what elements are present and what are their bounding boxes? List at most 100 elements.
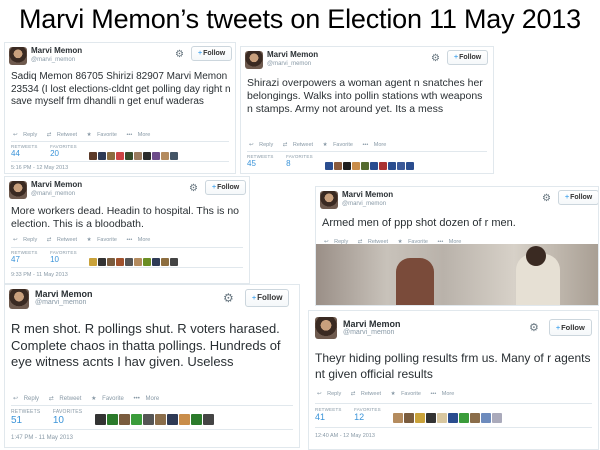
retweet-button[interactable]: ⇄ Retweet bbox=[351, 391, 385, 397]
reply-button[interactable]: ↩ Reply bbox=[249, 142, 277, 148]
faver-avatar[interactable] bbox=[143, 258, 152, 266]
user-handle[interactable]: @marvi_memon bbox=[342, 200, 393, 208]
retweet-count[interactable]: RETWEETS 44 bbox=[11, 144, 38, 159]
user-handle[interactable]: @marvi_memon bbox=[31, 190, 82, 198]
gear-icon[interactable]: ⚙ bbox=[189, 183, 198, 194]
avatar[interactable] bbox=[315, 317, 337, 339]
faver-avatar[interactable] bbox=[98, 258, 107, 266]
faver-avatar[interactable] bbox=[448, 413, 459, 423]
follow-button[interactable]: +Follow bbox=[191, 46, 233, 61]
favorite-button[interactable]: ★ Favorite bbox=[323, 142, 357, 148]
user-handle[interactable]: @marvi_memon bbox=[31, 56, 82, 64]
retweet-count[interactable]: RETWEETS 45 bbox=[247, 154, 274, 169]
follow-button[interactable]: +Follow bbox=[205, 180, 247, 195]
faver-avatar[interactable] bbox=[393, 413, 404, 423]
follow-button[interactable]: +Follow bbox=[447, 50, 489, 65]
more-button[interactable]: ••• More bbox=[362, 142, 390, 148]
tweet-timestamp[interactable]: 9:33 PM - 11 May 2013 bbox=[11, 272, 68, 278]
favorite-button[interactable]: ★ Favorite bbox=[87, 132, 121, 138]
tweet-photo[interactable] bbox=[316, 244, 598, 305]
faver-avatar[interactable] bbox=[404, 413, 415, 423]
faver-avatar[interactable] bbox=[166, 414, 178, 425]
favorite-button[interactable]: ★ Favorite bbox=[391, 391, 425, 397]
more-button[interactable]: ••• More bbox=[126, 132, 154, 138]
faver-avatar[interactable] bbox=[94, 414, 106, 425]
user-name[interactable]: Marvi Memon bbox=[342, 190, 393, 200]
favorite-count[interactable]: FAVORITES 12 bbox=[354, 407, 381, 422]
faver-avatar[interactable] bbox=[334, 162, 343, 170]
more-button[interactable]: ••• More bbox=[126, 237, 154, 243]
user-handle[interactable]: @marvi_memon bbox=[267, 60, 318, 68]
avatar[interactable] bbox=[9, 47, 27, 65]
faver-avatar[interactable] bbox=[415, 413, 426, 423]
retweet-button[interactable]: ⇄ Retweet bbox=[49, 396, 86, 402]
user-name[interactable]: Marvi Memon bbox=[31, 180, 82, 190]
faver-avatar[interactable] bbox=[459, 413, 470, 423]
tweet-timestamp[interactable]: 5:16 PM - 12 May 2013 bbox=[11, 165, 68, 171]
faver-avatar[interactable] bbox=[406, 162, 415, 170]
favorite-count[interactable]: FAVORITES 10 bbox=[50, 250, 77, 265]
avatar[interactable] bbox=[9, 289, 29, 309]
retweet-count[interactable]: RETWEETS 41 bbox=[315, 407, 342, 422]
retweet-count[interactable]: RETWEETS 47 bbox=[11, 250, 38, 265]
faver-avatar[interactable] bbox=[125, 152, 134, 160]
user-handle[interactable]: @marvi_memon bbox=[35, 299, 93, 307]
faver-avatar[interactable] bbox=[470, 413, 481, 423]
reply-button[interactable]: ↩ Reply bbox=[13, 237, 41, 243]
faver-avatar[interactable] bbox=[170, 152, 179, 160]
more-button[interactable]: ••• More bbox=[134, 396, 164, 402]
faver-avatar[interactable] bbox=[370, 162, 379, 170]
faver-avatar[interactable] bbox=[118, 414, 130, 425]
faver-avatar[interactable] bbox=[492, 413, 503, 423]
reply-button[interactable]: ↩ Reply bbox=[13, 396, 43, 402]
favorite-button[interactable]: ★ Favorite bbox=[87, 237, 121, 243]
faver-avatar[interactable] bbox=[116, 152, 125, 160]
faver-avatar[interactable] bbox=[343, 162, 352, 170]
gear-icon[interactable]: ⚙ bbox=[542, 193, 551, 204]
faver-avatar[interactable] bbox=[161, 258, 170, 266]
faver-avatar[interactable] bbox=[154, 414, 166, 425]
reply-button[interactable]: ↩ Reply bbox=[13, 132, 41, 138]
retweet-button[interactable]: ⇄ Retweet bbox=[47, 132, 81, 138]
faver-avatar[interactable] bbox=[397, 162, 406, 170]
follow-button[interactable]: +Follow bbox=[558, 190, 598, 205]
faver-avatar[interactable] bbox=[190, 414, 202, 425]
favorite-count[interactable]: FAVORITES 20 bbox=[50, 144, 77, 159]
reply-button[interactable]: ↩ Reply bbox=[317, 391, 345, 397]
faver-avatar[interactable] bbox=[325, 162, 334, 170]
faver-avatar[interactable] bbox=[89, 152, 98, 160]
faver-avatar[interactable] bbox=[107, 258, 116, 266]
faver-avatar[interactable] bbox=[202, 414, 214, 425]
faver-avatar[interactable] bbox=[388, 162, 397, 170]
user-name[interactable]: Marvi Memon bbox=[343, 319, 401, 329]
faver-avatar[interactable] bbox=[125, 258, 134, 266]
faver-avatar[interactable] bbox=[130, 414, 142, 425]
faver-avatar[interactable] bbox=[152, 258, 161, 266]
faver-avatar[interactable] bbox=[116, 258, 125, 266]
favorite-count[interactable]: FAVORITES 8 bbox=[286, 154, 313, 169]
gear-icon[interactable]: ⚙ bbox=[223, 291, 234, 305]
faver-avatar[interactable] bbox=[161, 152, 170, 160]
tweet-timestamp[interactable]: 12:40 AM - 12 May 2013 bbox=[315, 433, 375, 439]
user-name[interactable]: Marvi Memon bbox=[267, 50, 318, 60]
retweet-button[interactable]: ⇄ Retweet bbox=[47, 237, 81, 243]
more-button[interactable]: ••• More bbox=[430, 391, 458, 397]
avatar[interactable] bbox=[320, 191, 338, 209]
avatar[interactable] bbox=[245, 51, 263, 69]
faver-avatar[interactable] bbox=[379, 162, 388, 170]
follow-button[interactable]: +Follow bbox=[245, 289, 290, 307]
faver-avatar[interactable] bbox=[134, 258, 143, 266]
favorite-button[interactable]: ★ Favorite bbox=[91, 396, 128, 402]
faver-avatar[interactable] bbox=[426, 413, 437, 423]
faver-avatar[interactable] bbox=[134, 152, 143, 160]
faver-avatar[interactable] bbox=[142, 414, 154, 425]
user-name[interactable]: Marvi Memon bbox=[35, 289, 93, 299]
faver-avatar[interactable] bbox=[178, 414, 190, 425]
tweet-timestamp[interactable]: 1:47 PM - 11 May 2013 bbox=[11, 435, 73, 441]
user-handle[interactable]: @marvi_memon bbox=[343, 329, 401, 337]
faver-avatar[interactable] bbox=[98, 152, 107, 160]
faver-avatar[interactable] bbox=[437, 413, 448, 423]
faver-avatar[interactable] bbox=[107, 152, 116, 160]
faver-avatar[interactable] bbox=[89, 258, 98, 266]
retweet-count[interactable]: RETWEETS 51 bbox=[11, 409, 40, 427]
